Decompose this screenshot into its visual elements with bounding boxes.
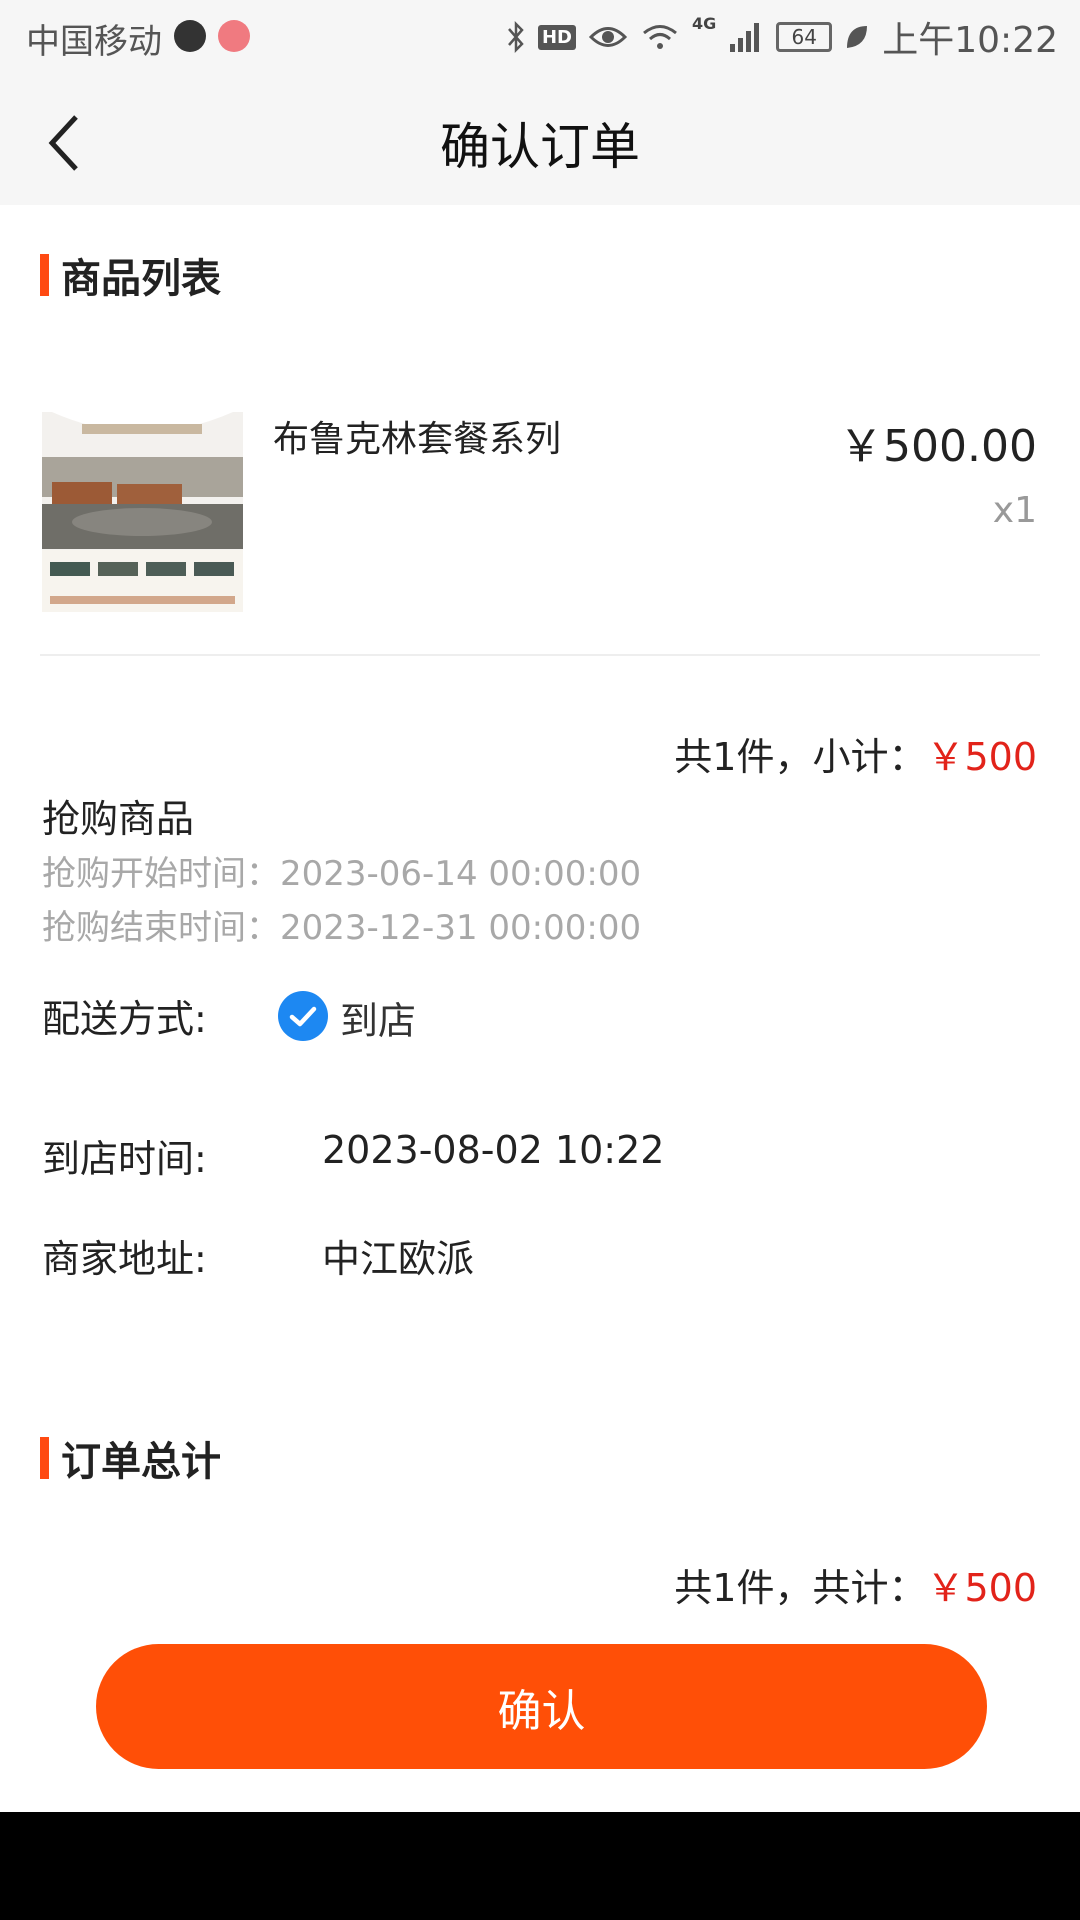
section-accent-bar <box>40 1437 49 1479</box>
section-goods-header: 商品列表 <box>40 253 221 302</box>
order-total: 共1件，共计：￥500 <box>674 1557 1037 1612</box>
delivery-option-checkbox[interactable] <box>278 991 328 1041</box>
arrival-time-value[interactable]: 2023-08-02 10:22 <box>322 1128 664 1172</box>
tiktok-icon <box>174 20 206 52</box>
flash-sale-end-time: 抢购结束时间：2023-12-31 00:00:00 <box>42 908 642 948</box>
flash-sale-start-time: 抢购开始时间：2023-06-14 00:00:00 <box>42 854 642 894</box>
product-price: ￥500.00 <box>839 421 1037 472</box>
system-nav-bar <box>0 1812 1080 1920</box>
battery-icon: 64 <box>776 22 833 52</box>
arrival-time-label: 到店时间: <box>42 1137 207 1181</box>
section-goods-title: 商品列表 <box>61 256 221 302</box>
eye-icon <box>588 27 628 47</box>
battery-level: 64 <box>791 25 817 49</box>
signal-icon <box>730 23 760 52</box>
checkmark-icon <box>289 1006 317 1027</box>
delivery-method-label: 配送方式: <box>42 997 207 1041</box>
status-bar: 中国移动 HD 4G 64 上午10:22 <box>0 0 1080 75</box>
section-total-title: 订单总计 <box>61 1439 221 1485</box>
leaf-icon <box>847 26 868 48</box>
subtotal-amount: ￥500 <box>926 735 1037 779</box>
status-icons: HD 4G 64 上午10:22 <box>506 12 1058 62</box>
product-name: 布鲁克林套餐系列 <box>273 419 562 460</box>
network-label: 4G <box>691 14 717 33</box>
delivery-option-label[interactable]: 到店 <box>340 990 416 1045</box>
flash-sale-title: 抢购商品 <box>42 797 195 841</box>
nav-bar: 确认订单 <box>0 75 1080 205</box>
section-total-header: 订单总计 <box>40 1436 221 1485</box>
store-address-label: 商家地址: <box>42 1237 207 1281</box>
product-image[interactable] <box>42 412 243 612</box>
clock: 上午10:22 <box>882 20 1058 61</box>
subtotal: 共1件，小计：￥500 <box>674 726 1037 781</box>
wifi-icon <box>643 25 677 49</box>
total-amount: ￥500 <box>926 1566 1037 1610</box>
divider <box>40 654 1040 656</box>
product-quantity: x1 <box>992 490 1037 531</box>
bluetooth-icon <box>508 20 524 54</box>
total-label: 共1件，共计： <box>674 1566 927 1610</box>
confirm-button[interactable]: 确认 <box>96 1644 987 1769</box>
hd-icon: HD <box>537 24 576 50</box>
subtotal-label: 共1件，小计： <box>674 735 927 779</box>
section-accent-bar <box>40 254 49 296</box>
carrier-label: 中国移动 <box>26 22 162 62</box>
store-address-value: 中江欧派 <box>322 1237 475 1281</box>
page-title: 确认订单 <box>440 118 640 176</box>
app-notification-icon <box>218 20 250 52</box>
